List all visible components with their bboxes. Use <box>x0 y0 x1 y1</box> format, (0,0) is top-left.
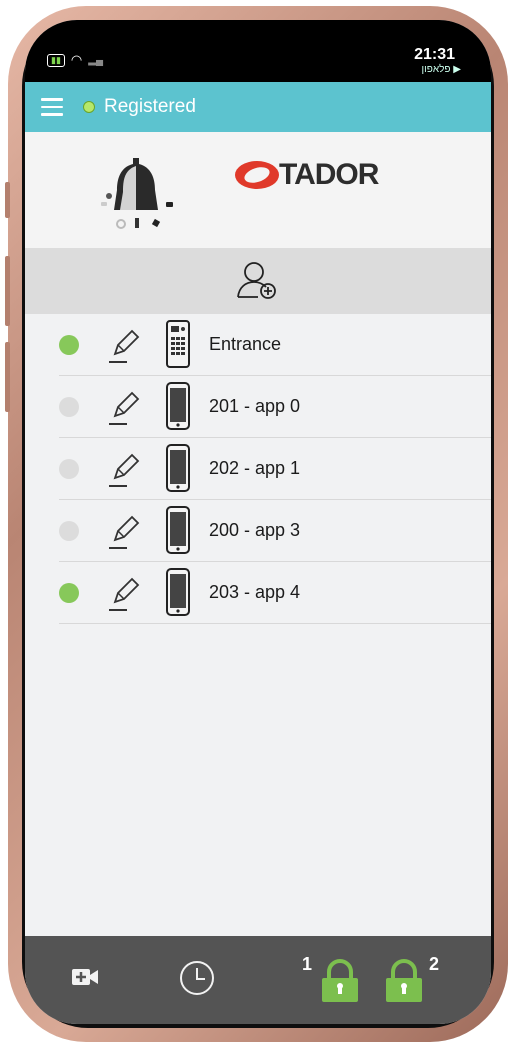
app-header: Registered <box>25 82 491 132</box>
wifi-icon: ◠ <box>70 52 83 67</box>
notch <box>135 20 375 58</box>
phone-icon <box>166 444 190 492</box>
list-item[interactable]: Entrance <box>59 314 491 376</box>
volume-down-button <box>5 342 10 412</box>
list-item[interactable]: 202 - app 1 <box>59 438 491 500</box>
phone-icon <box>166 382 190 430</box>
signal-icon: ▂▄ <box>88 54 104 66</box>
registration-status-label: Registered <box>104 96 196 117</box>
status-bar: ▮▮ ◠ ▂▄ 21:31 פלאפון ▶ <box>25 20 491 82</box>
edit-pencil-icon[interactable] <box>107 390 143 426</box>
device-list: Entrance 201 - app 0 202 - app 1 200 - a… <box>25 314 491 624</box>
volume-up-button <box>5 256 10 326</box>
registration-status-dot <box>83 101 95 113</box>
edit-pencil-icon[interactable] <box>107 576 143 612</box>
list-item[interactable]: 200 - app 3 <box>59 500 491 562</box>
list-item[interactable]: 201 - app 0 <box>59 376 491 438</box>
side-button <box>5 182 10 218</box>
add-user-icon[interactable] <box>232 257 284 305</box>
status-dot-online <box>59 335 79 355</box>
edit-pencil-icon[interactable] <box>107 328 143 364</box>
clock-icon[interactable] <box>177 958 217 998</box>
add-contact-bar <box>25 248 491 314</box>
screen: ▮▮ ◠ ▂▄ 21:31 פלאפון ▶ Registered TADOR … <box>25 20 491 1024</box>
brand-name: TADOR <box>279 158 379 191</box>
list-item[interactable]: 203 - app 4 <box>59 562 491 624</box>
device-name: 203 - app 4 <box>209 582 301 602</box>
clock-time: 21:31 <box>414 46 455 63</box>
lock-2-icon[interactable] <box>383 958 425 1004</box>
carrier-label: פלאפון ▶ <box>421 64 461 75</box>
phone-icon <box>166 506 190 554</box>
edit-pencil-icon[interactable] <box>107 514 143 550</box>
device-name: 200 - app 3 <box>209 520 301 540</box>
edit-pencil-icon[interactable] <box>107 452 143 488</box>
phone-icon <box>166 568 190 616</box>
bottom-nav: 1 2 <box>25 936 491 1024</box>
doorbell-icon <box>101 158 173 229</box>
intercom-panel-icon <box>166 320 190 368</box>
status-icons: ▮▮ ◠ ▂▄ <box>47 52 103 68</box>
lock-2-label: 2 <box>429 954 440 974</box>
status-dot-offline <box>59 459 79 479</box>
device-name: 201 - app 0 <box>209 396 301 416</box>
battery-icon: ▮▮ <box>47 53 65 67</box>
device-name: 202 - app 1 <box>209 458 301 478</box>
tador-logo: TADOR <box>233 158 379 192</box>
status-dot-online <box>59 583 79 603</box>
device-name: Entrance <box>209 334 282 354</box>
lock-1-icon[interactable] <box>319 958 361 1004</box>
brand-area: TADOR <box>25 132 491 248</box>
lock-1-label: 1 <box>302 954 313 974</box>
status-dot-offline <box>59 397 79 417</box>
logo-mark-icon <box>235 161 279 189</box>
menu-icon[interactable] <box>41 98 63 116</box>
status-dot-offline <box>59 521 79 541</box>
video-camera-icon[interactable] <box>71 966 99 988</box>
phone-frame: ▮▮ ◠ ▂▄ 21:31 פלאפון ▶ Registered TADOR … <box>5 6 508 1042</box>
